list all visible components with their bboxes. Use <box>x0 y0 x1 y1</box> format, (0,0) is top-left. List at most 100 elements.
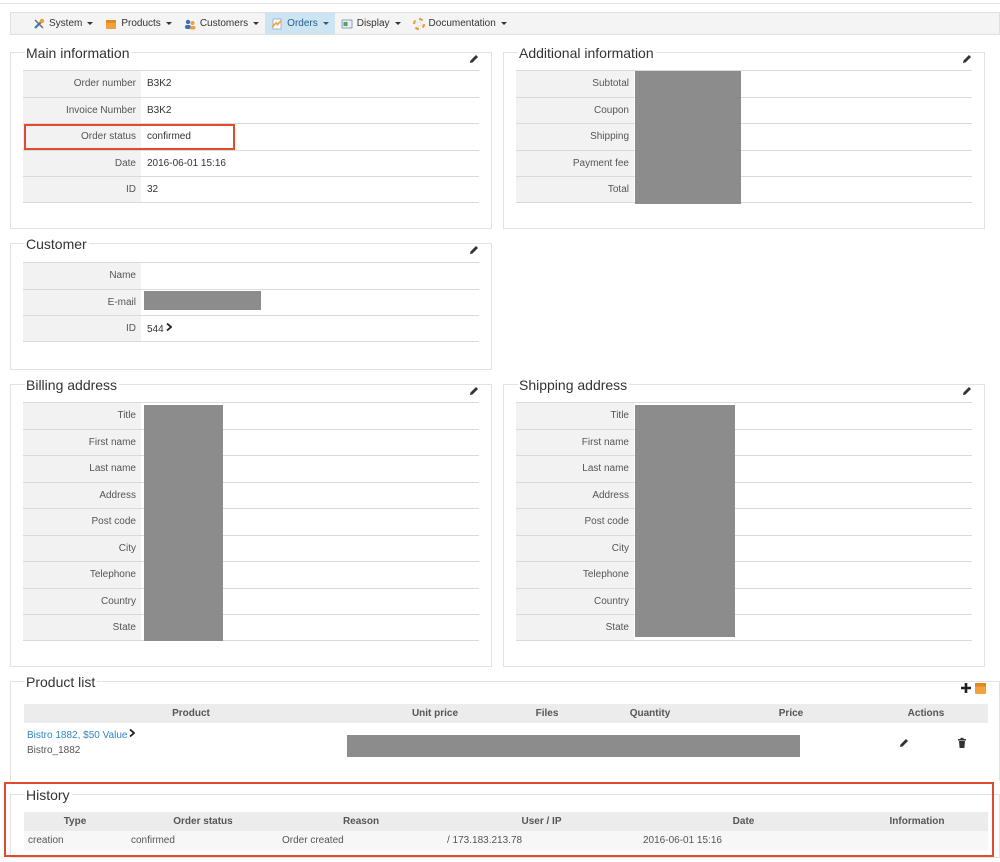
row-label: Telephone <box>516 562 634 588</box>
table-row: Last name <box>516 455 972 482</box>
row-label: Coupon <box>516 97 634 123</box>
chevron-down-icon <box>253 22 260 25</box>
table-row: Country <box>516 587 972 614</box>
row-label: ID <box>23 177 141 202</box>
customer-id-value: 544 <box>141 316 479 341</box>
nav-system-label: System <box>49 18 83 29</box>
row-label: City <box>516 535 634 561</box>
table-row: State <box>23 614 479 641</box>
chevron-right-icon[interactable] <box>166 316 173 342</box>
redacted-block <box>635 405 735 637</box>
chevron-right-icon[interactable] <box>129 728 136 740</box>
table-row: ID 544 <box>23 315 479 342</box>
edit-pencil-icon[interactable] <box>961 53 973 65</box>
edit-pencil-icon[interactable] <box>961 385 973 397</box>
table-row: Order number B3K2 <box>23 70 479 97</box>
table-row: Address <box>23 481 479 508</box>
row-label: First name <box>516 429 634 455</box>
users-icon <box>184 18 196 30</box>
row-label: Shipping <box>516 124 634 150</box>
row-label: Order number <box>23 71 141 97</box>
invoice-number-value: B3K2 <box>147 104 172 116</box>
table-row: Last name <box>23 455 479 482</box>
nav-products[interactable]: Products <box>99 13 177 34</box>
row-label: Title <box>23 403 141 429</box>
row-label: Post code <box>23 509 141 535</box>
row-label: Telephone <box>23 562 141 588</box>
column-header: Price <box>778 708 804 719</box>
orders-icon <box>271 18 283 30</box>
display-icon <box>341 18 353 30</box>
nav-display[interactable]: Display <box>335 13 407 34</box>
nav-system[interactable]: System <box>27 13 99 34</box>
billing-address-title: Billing address <box>25 377 120 393</box>
nav-documentation-label: Documentation <box>428 18 496 29</box>
table-row: City <box>23 534 479 561</box>
edit-pencil-icon[interactable] <box>468 385 480 397</box>
product-list-panel: Product list Product Unit price Files Qu… <box>10 674 1000 781</box>
customer-name-value <box>141 263 479 289</box>
chevron-down-icon <box>322 22 329 25</box>
box-icon <box>105 18 117 30</box>
additional-information-title: Additional information <box>518 45 656 61</box>
billing-address-table: Title First name Last name Address Post … <box>23 402 479 641</box>
row-label: Payment fee <box>516 150 634 176</box>
table-row: Post code <box>23 508 479 535</box>
table-row: Coupon <box>516 96 972 123</box>
additional-information-table: Subtotal Coupon Shipping Payment fee Tot… <box>516 70 972 203</box>
nav-display-label: Display <box>356 18 390 29</box>
row-label: State <box>516 615 634 640</box>
id-value: 32 <box>147 184 159 195</box>
row-label: Last name <box>23 456 141 482</box>
shipping-address-panel: Shipping address Title First name Last n… <box>503 377 985 667</box>
customer-panel: Customer Name E-mail ID 544 <box>10 236 492 370</box>
row-label: Address <box>23 482 141 508</box>
table-row: Post code <box>516 508 972 535</box>
table-row: State <box>516 614 972 641</box>
history-highlight <box>4 782 994 857</box>
row-label: Last name <box>516 456 634 482</box>
column-header: Actions <box>907 708 945 719</box>
redacted-block <box>144 405 223 641</box>
nav-customers-label: Customers <box>199 18 249 29</box>
row-label: Post code <box>516 509 634 535</box>
redacted-block <box>635 71 741 204</box>
table-row: Name <box>23 262 479 289</box>
column-header: Product <box>172 708 210 719</box>
row-label: State <box>23 615 141 640</box>
redacted-block <box>347 735 800 757</box>
edit-pencil-icon[interactable] <box>468 53 480 65</box>
additional-information-panel: Additional information Subtotal Coupon S… <box>503 45 985 229</box>
chevron-down-icon <box>87 22 94 25</box>
add-product-icon[interactable] <box>961 682 987 698</box>
table-row: First name <box>516 428 972 455</box>
row-label: Title <box>516 403 634 429</box>
table-row: Invoice Number B3K2 <box>23 96 479 123</box>
order-status-highlight <box>24 124 235 150</box>
date-value: 2016-06-01 15:16 <box>147 157 226 169</box>
row-label: Total <box>516 177 634 202</box>
table-row: Telephone <box>23 561 479 588</box>
row-label: ID <box>23 316 141 341</box>
order-number-value: B3K2 <box>147 78 172 89</box>
table-row: Total <box>516 176 972 203</box>
edit-pencil-icon[interactable] <box>898 737 910 749</box>
customer-id-text: 544 <box>147 324 164 335</box>
row-label: Subtotal <box>516 71 634 97</box>
row-label: City <box>23 535 141 561</box>
main-information-title: Main information <box>25 45 132 61</box>
nav-customers[interactable]: Customers <box>178 13 265 34</box>
product-name-cell: Bistro 1882, $50 Value <box>27 728 136 741</box>
product-list-title: Product list <box>25 674 98 690</box>
table-row: Shipping <box>516 123 972 150</box>
table-row: Title <box>516 402 972 429</box>
edit-pencil-icon[interactable] <box>468 244 480 256</box>
nav-documentation[interactable]: Documentation <box>407 13 513 34</box>
product-link[interactable]: Bistro 1882, $50 Value <box>27 730 127 741</box>
table-row: Country <box>23 587 479 614</box>
nav-orders[interactable]: Orders <box>265 13 335 34</box>
row-label: Invoice Number <box>23 97 141 123</box>
main-navbar: System Products Customers Orders Display… <box>10 12 1000 35</box>
row-label: Address <box>516 482 634 508</box>
trash-icon[interactable] <box>956 737 968 749</box>
